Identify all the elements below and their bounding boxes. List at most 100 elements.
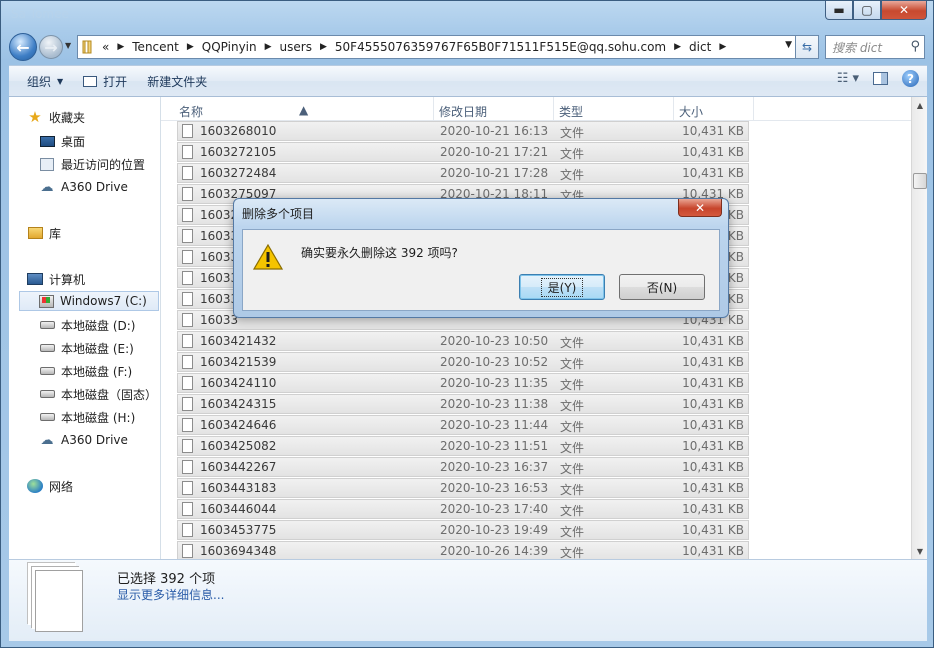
file-type: 文件: [560, 147, 585, 161]
sidebar-item-desktop[interactable]: 桌面: [39, 131, 85, 151]
file-list: 名称 ▲ 修改日期 类型 大小 1603268010 2020-10-21 16:…: [161, 97, 911, 559]
view-options-icon[interactable]: ☷ ▾: [837, 71, 859, 86]
caption-buttons: ▬ ▢ ✕: [825, 1, 927, 20]
address-dropdown-icon[interactable]: ▼: [785, 40, 792, 50]
file-type: 文件: [560, 126, 585, 140]
file-size: 10,431 KB: [682, 418, 744, 432]
breadcrumb-separator-icon[interactable]: ▶: [320, 42, 327, 52]
file-row[interactable]: 1603421539 2020-10-23 10:52 文件 10,431 KB: [177, 352, 749, 372]
sidebar-item-library[interactable]: 库: [27, 223, 61, 243]
open-button[interactable]: 打开: [73, 69, 137, 93]
sidebar-item-favorites[interactable]: ★ 收藏夹: [27, 107, 85, 127]
sidebar-item-drive-c[interactable]: Windows7 (C:): [19, 291, 159, 311]
sort-ascending-icon: ▲: [299, 103, 309, 117]
desktop-icon: [39, 134, 55, 148]
file-row[interactable]: 1603425082 2020-10-23 11:51 文件 10,431 KB: [177, 436, 749, 456]
file-name: 1603421539: [200, 355, 277, 369]
sidebar-item-label: 本地磁盘 (D:): [61, 318, 136, 333]
breadcrumb-dict[interactable]: dict: [689, 40, 711, 54]
vertical-scrollbar[interactable]: ▲ ▼: [911, 97, 927, 559]
drive-icon: [39, 387, 55, 401]
refresh-button[interactable]: ⇆: [795, 35, 819, 59]
breadcrumb-separator-icon[interactable]: ▶: [674, 42, 681, 52]
organize-button[interactable]: 组织 ▼: [17, 69, 73, 93]
sidebar-item-label: 网络: [49, 479, 74, 494]
file-icon: [182, 145, 193, 159]
file-row[interactable]: 1603272105 2020-10-21 17:21 文件 10,431 KB: [177, 142, 749, 162]
breadcrumb-tencent[interactable]: Tencent: [132, 40, 179, 54]
file-row[interactable]: 1603424646 2020-10-23 11:44 文件 10,431 KB: [177, 415, 749, 435]
search-icon[interactable]: ⚲: [910, 39, 920, 54]
file-date: 2020-10-21 17:28: [440, 166, 549, 180]
minimize-button[interactable]: ▬: [825, 1, 853, 20]
forward-button[interactable]: →: [39, 35, 63, 59]
breadcrumb-qqpinyin[interactable]: QQPinyin: [202, 40, 257, 54]
show-more-details-link[interactable]: 显示更多详细信息...: [117, 586, 224, 603]
file-icon: [182, 166, 193, 180]
scroll-up-icon[interactable]: ▲: [912, 97, 928, 113]
file-row[interactable]: 1603442267 2020-10-23 16:37 文件 10,431 KB: [177, 457, 749, 477]
file-row[interactable]: 1603453775 2020-10-23 19:49 文件 10,431 KB: [177, 520, 749, 540]
file-name: 1603424110: [200, 376, 277, 390]
breadcrumb-overflow[interactable]: «: [102, 40, 109, 54]
search-input[interactable]: 搜索 dict ⚲: [825, 35, 925, 59]
file-date: 2020-10-21 16:13: [440, 124, 549, 138]
sidebar-item-drive-f[interactable]: 本地磁盘 (F:): [39, 361, 132, 381]
yes-button[interactable]: 是(Y): [519, 274, 605, 300]
back-button[interactable]: ←: [9, 33, 37, 61]
breadcrumb-separator-icon[interactable]: ▶: [719, 42, 726, 52]
column-size[interactable]: 大小: [679, 103, 703, 120]
breadcrumb-separator-icon[interactable]: ▶: [265, 42, 272, 52]
new-folder-button[interactable]: 新建文件夹: [137, 69, 217, 93]
help-icon[interactable]: ?: [902, 70, 919, 87]
toolbar-right: ☷ ▾ ?: [837, 70, 919, 87]
sidebar-item-drive-e[interactable]: 本地磁盘 (E:): [39, 338, 134, 358]
file-size: 10,431 KB: [682, 460, 744, 474]
file-name: 1603268010: [200, 124, 277, 138]
file-name: 1603425082: [200, 439, 277, 453]
column-type[interactable]: 类型: [559, 103, 583, 120]
sidebar-item-a360[interactable]: ☁ A360 Drive: [39, 177, 128, 197]
file-size: 10,431 KB: [682, 523, 744, 537]
sidebar-item-drive-h[interactable]: 本地磁盘 (H:): [39, 407, 135, 427]
scroll-down-icon[interactable]: ▼: [912, 543, 928, 559]
drive-icon: [39, 410, 55, 424]
sidebar-item-network[interactable]: 网络: [27, 476, 73, 496]
file-row[interactable]: 1603268010 2020-10-21 16:13 文件 10,431 KB: [177, 121, 749, 141]
sidebar-item-drive-g[interactable]: 本地磁盘（固态）: [39, 384, 157, 404]
star-icon: ★: [28, 108, 42, 126]
recent-pages-dropdown-icon[interactable]: ▼: [65, 41, 71, 50]
dialog-close-button[interactable]: ✕: [678, 199, 722, 217]
breadcrumb-separator-icon[interactable]: ▶: [187, 42, 194, 52]
sidebar-item-a360-2[interactable]: ☁ A360 Drive: [39, 430, 128, 450]
preview-pane-icon[interactable]: [873, 72, 888, 85]
file-type: 文件: [560, 441, 585, 455]
address-bar[interactable]: « ▶ Tencent ▶ QQPinyin ▶ users ▶ 50F4555…: [77, 35, 797, 59]
library-icon: [27, 226, 43, 240]
file-row[interactable]: 1603446044 2020-10-23 17:40 文件 10,431 KB: [177, 499, 749, 519]
file-date: 2020-10-23 17:40: [440, 502, 549, 516]
sidebar-item-drive-d[interactable]: 本地磁盘 (D:): [39, 315, 135, 335]
open-label: 打开: [103, 74, 128, 89]
file-size: 10,431 KB: [682, 397, 744, 411]
column-date[interactable]: 修改日期: [439, 103, 487, 120]
breadcrumb-separator-icon[interactable]: ▶: [117, 42, 124, 52]
sidebar-item-recent[interactable]: 最近访问的位置: [39, 154, 145, 174]
file-row[interactable]: 1603421432 2020-10-23 10:50 文件 10,431 KB: [177, 331, 749, 351]
file-type: 文件: [560, 399, 585, 413]
file-row[interactable]: 1603424110 2020-10-23 11:35 文件 10,431 KB: [177, 373, 749, 393]
file-row[interactable]: 1603272484 2020-10-21 17:28 文件 10,431 KB: [177, 163, 749, 183]
sidebar-item-label: 桌面: [61, 134, 86, 149]
file-row[interactable]: 1603443183 2020-10-23 16:53 文件 10,431 KB: [177, 478, 749, 498]
window-title: Sa Tomee: [11, 7, 69, 21]
breadcrumb-users[interactable]: users: [280, 40, 312, 54]
scroll-thumb[interactable]: [913, 173, 927, 189]
sidebar-item-computer[interactable]: 计算机: [27, 269, 85, 289]
maximize-button[interactable]: ▢: [853, 1, 881, 20]
file-row[interactable]: 1603694348 2020-10-26 14:39 文件 10,431 KB: [177, 541, 749, 559]
file-row[interactable]: 1603424315 2020-10-23 11:38 文件 10,431 KB: [177, 394, 749, 414]
no-button[interactable]: 否(N): [619, 274, 705, 300]
breadcrumb-account[interactable]: 50F4555076359767F65B0F71511F515E@qq.sohu…: [335, 40, 666, 54]
column-name[interactable]: 名称: [179, 103, 203, 120]
close-button[interactable]: ✕: [881, 1, 927, 20]
